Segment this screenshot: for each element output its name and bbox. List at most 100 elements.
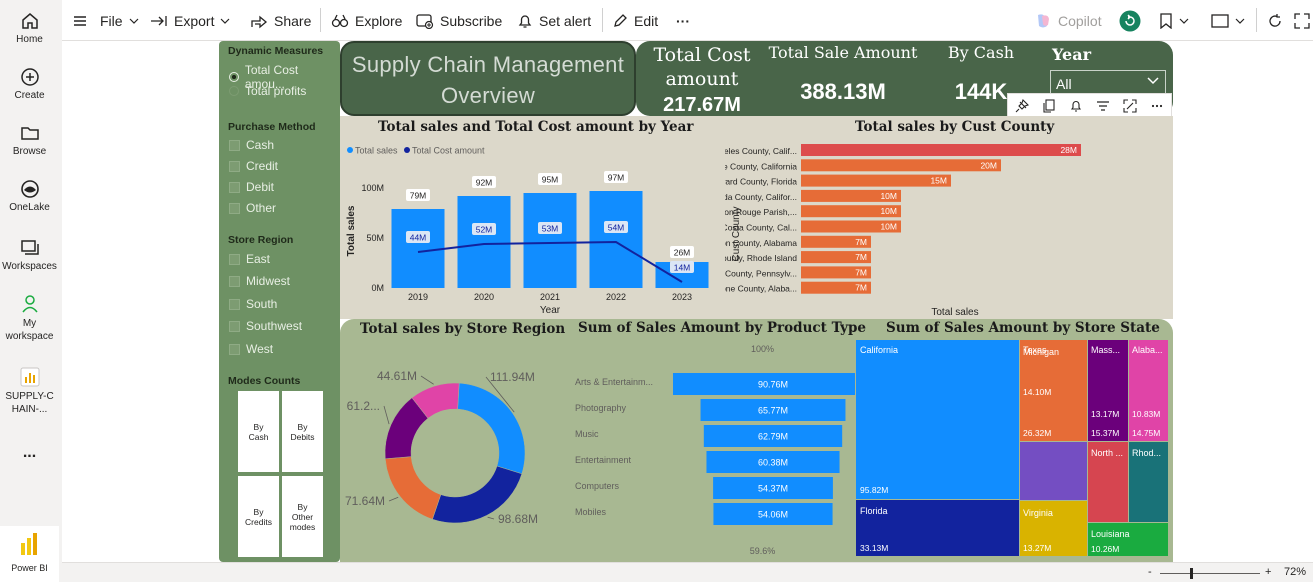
edit-button[interactable]: Edit bbox=[612, 11, 658, 31]
treemap-tile-name: Rhod... bbox=[1132, 448, 1161, 458]
nav-report[interactable]: SUPPLY-CHAIN-... bbox=[0, 366, 59, 416]
nav-onelake-label: OneLake bbox=[9, 202, 50, 213]
filter-icon[interactable] bbox=[1096, 99, 1110, 113]
chevron-down-icon bbox=[1235, 18, 1245, 24]
explore-button[interactable]: Explore bbox=[331, 11, 402, 31]
copilot-icon bbox=[1038, 14, 1049, 28]
toolbar-more-button[interactable]: ··· bbox=[676, 11, 690, 31]
dynamic-option-total-profits[interactable]: Total profits bbox=[229, 84, 306, 98]
checkbox-icon bbox=[229, 202, 240, 214]
nav-create[interactable]: Create bbox=[0, 66, 59, 101]
nav-my-workspace[interactable]: My workspace bbox=[0, 293, 59, 343]
category-label: East Baton Rouge Parish,... bbox=[725, 207, 797, 217]
zoom-slider-thumb[interactable] bbox=[1190, 568, 1193, 579]
nav-home[interactable]: Home bbox=[0, 10, 59, 45]
hamburger-icon bbox=[74, 16, 86, 26]
more-options-icon[interactable] bbox=[1150, 99, 1164, 113]
y-tick-label: 0M bbox=[371, 283, 384, 293]
folder-icon bbox=[20, 127, 39, 140]
power-bi-switcher[interactable]: Power BI bbox=[0, 526, 59, 582]
year-slicer-label: Year bbox=[1052, 45, 1092, 64]
region-option-southwest[interactable]: Southwest bbox=[229, 319, 302, 333]
file-menu[interactable]: File bbox=[72, 11, 139, 31]
nav-browse[interactable]: Browse bbox=[0, 122, 59, 157]
data-label: 79M bbox=[406, 189, 430, 201]
purchase-option-debit[interactable]: Debit bbox=[229, 180, 274, 194]
treemap-tile-name: Florida bbox=[860, 506, 888, 516]
treemap-tile-name: Louisiana bbox=[1091, 529, 1130, 539]
mode-card-label: By Cash bbox=[248, 421, 269, 442]
zoom-in-button[interactable]: + bbox=[1265, 566, 1271, 578]
treemap-tile-name: California bbox=[860, 345, 898, 355]
sales-by-region-donut[interactable]: 111.94M 98.68M 71.64M 61.2... 44.61M bbox=[340, 339, 570, 559]
nav-onelake[interactable]: OneLake bbox=[0, 178, 59, 213]
treemap-tile-value: 13.17M bbox=[1091, 409, 1119, 419]
treemap-tile-value: 15.37M bbox=[1091, 428, 1119, 438]
set-alert-button[interactable]: Set alert bbox=[517, 11, 591, 31]
nav-workspaces-label: Workspaces bbox=[2, 261, 57, 272]
purchase-option-label: Debit bbox=[246, 180, 275, 194]
region-option-west[interactable]: West bbox=[229, 342, 273, 356]
purchase-option-other[interactable]: Other bbox=[229, 201, 276, 215]
sales-cost-by-year-chart[interactable]: Total sales Total Cost amount 0M 50M 100M Tot… bbox=[340, 138, 740, 318]
mode-card-debits: By Debits bbox=[282, 391, 323, 472]
modes-counts-title: Modes Counts bbox=[228, 375, 301, 387]
x-tick-label: 2021 bbox=[540, 292, 560, 302]
data-label-text: 54M bbox=[608, 223, 625, 233]
funnel-chart-title: Sum of Sales Amount by Product Type bbox=[578, 320, 867, 336]
legend-marker bbox=[404, 147, 410, 153]
zoom-out-button[interactable]: - bbox=[1148, 566, 1152, 578]
home-icon bbox=[21, 13, 38, 29]
top-visuals-panel: Total sales and Total Cost amount by Yea… bbox=[340, 116, 1173, 319]
export-menu[interactable]: Export bbox=[150, 11, 230, 31]
subscribe-button[interactable]: Subscribe bbox=[416, 11, 502, 31]
year-dropdown[interactable]: All bbox=[1050, 70, 1166, 94]
export-label: Export bbox=[174, 13, 215, 29]
treemap-tile-value: 33.13M bbox=[860, 543, 888, 553]
bookmark-menu[interactable] bbox=[1159, 11, 1189, 31]
year-dropdown-value: All bbox=[1056, 76, 1072, 92]
fullscreen-button[interactable] bbox=[1294, 11, 1310, 31]
treemap-tile-value: 14.10M bbox=[1023, 387, 1051, 397]
reload-button[interactable] bbox=[1267, 11, 1283, 31]
bell-icon[interactable] bbox=[1069, 99, 1083, 113]
view-menu[interactable] bbox=[1211, 11, 1245, 31]
region-option-east[interactable]: East bbox=[229, 252, 270, 266]
sales-by-state-treemap[interactable]: California95.82MFlorida33.13MTexas26.32M… bbox=[856, 340, 1171, 562]
pin-icon[interactable] bbox=[1015, 98, 1029, 113]
copilot-button[interactable]: Copilot bbox=[1034, 11, 1102, 31]
share-button[interactable]: Share bbox=[250, 11, 311, 31]
treemap-tile-name: Mass... bbox=[1091, 345, 1120, 355]
focus-mode-icon[interactable] bbox=[1123, 98, 1137, 113]
treemap-tile-value: 95.82M bbox=[860, 485, 888, 495]
sales-by-product-funnel[interactable]: 100% 59.6% Arts & Entertainm... 90.76M Photo… bbox=[570, 339, 855, 559]
data-label: 20M bbox=[980, 160, 997, 170]
purchase-option-cash[interactable]: Cash bbox=[229, 138, 274, 152]
slice-label: 98.68M bbox=[498, 512, 538, 526]
checkbox-icon bbox=[229, 139, 240, 151]
file-label: File bbox=[100, 13, 123, 29]
pencil-icon bbox=[614, 14, 627, 27]
purchase-option-credit[interactable]: Credit bbox=[229, 159, 278, 173]
region-option-midwest[interactable]: Midwest bbox=[229, 274, 290, 288]
subscribe-icon bbox=[416, 14, 434, 29]
nav-browse-label: Browse bbox=[12, 146, 47, 157]
sales-by-county-chart[interactable]: Cust CountyTotal salesLos Angeles County… bbox=[725, 138, 1173, 318]
refresh-status-button[interactable] bbox=[1119, 10, 1141, 32]
treemap-tile bbox=[1088, 340, 1128, 441]
data-label: 26M bbox=[670, 246, 694, 258]
legend-label: Total Cost amount bbox=[412, 146, 485, 156]
nav-more-button[interactable]: ... bbox=[0, 444, 59, 462]
explore-label: Explore bbox=[355, 13, 403, 29]
nav-report-label: SUPPLY-CHAIN-... bbox=[5, 391, 54, 415]
bar bbox=[801, 174, 951, 187]
zoom-slider[interactable] bbox=[1160, 568, 1260, 579]
bar bbox=[801, 144, 1081, 156]
report-toolbar: File Export Share Explore Subscribe Set … bbox=[62, 0, 1313, 41]
region-option-south[interactable]: South bbox=[229, 297, 277, 311]
copy-icon[interactable] bbox=[1042, 98, 1056, 113]
leader-line bbox=[420, 375, 434, 385]
nav-workspaces[interactable]: Workspaces bbox=[0, 237, 59, 272]
x-tick-label: 2022 bbox=[606, 292, 626, 302]
copilot-label: Copilot bbox=[1058, 13, 1102, 29]
